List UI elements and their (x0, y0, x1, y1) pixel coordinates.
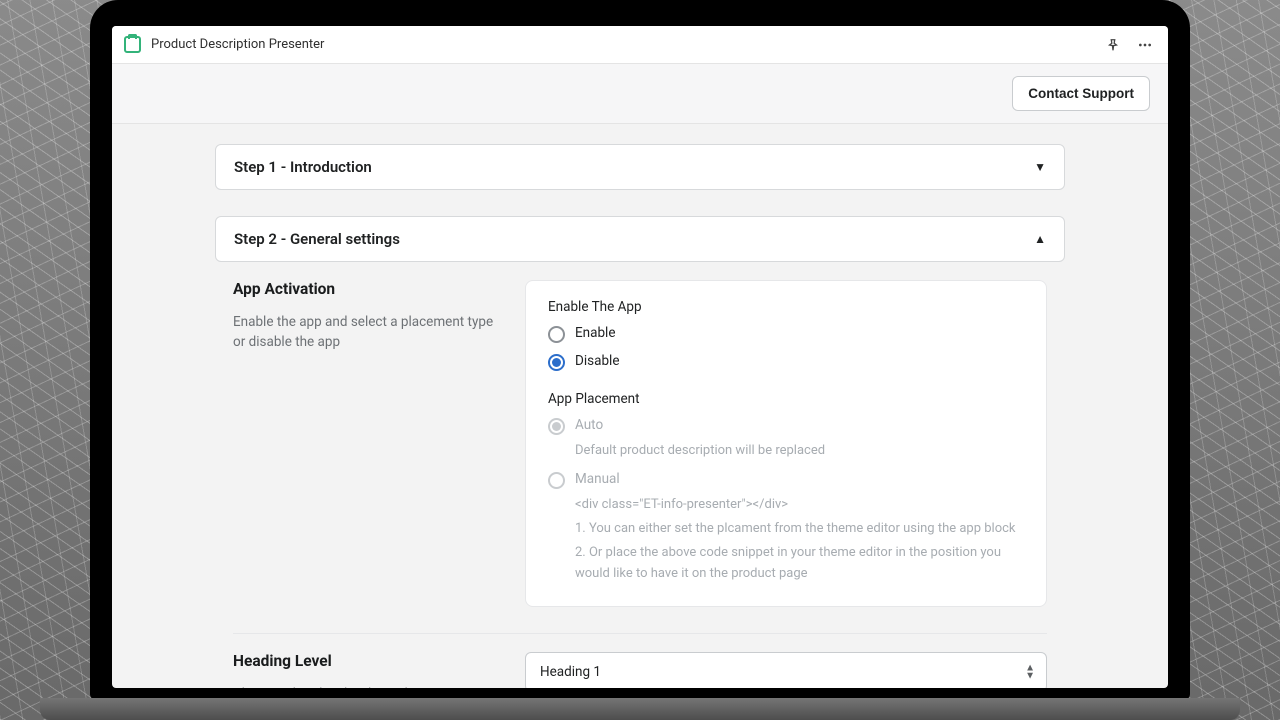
laptop-base (40, 698, 1240, 720)
app-title: Product Description Presenter (151, 37, 324, 52)
pin-icon[interactable] (1102, 34, 1124, 56)
toolbar: Contact Support (112, 64, 1168, 124)
radio-auto (548, 418, 565, 435)
titlebar: Product Description Presenter (112, 26, 1168, 64)
enable-app-label: Enable The App (548, 299, 1024, 315)
heading-level-select[interactable]: Heading 1 (525, 652, 1047, 688)
chevron-down-icon: ▼ (1034, 160, 1046, 174)
radio-manual-label: Manual (575, 471, 620, 487)
radio-disable-label: Disable (575, 353, 619, 369)
heading-level-section: Heading Level Choose a heading level to … (215, 634, 1065, 688)
radio-enable[interactable] (548, 326, 565, 343)
section-desc: Choose a heading level to split content … (233, 684, 495, 688)
activation-card: Enable The App Enable Disable App Placem… (525, 280, 1047, 607)
content-area: Step 1 - Introduction ▼ Step 2 - General… (112, 124, 1168, 688)
app-activation-section: App Activation Enable the app and select… (215, 262, 1065, 607)
manual-help-2: 2. Or place the above code snippet in yo… (575, 543, 1024, 583)
step1-accordion[interactable]: Step 1 - Introduction ▼ (215, 144, 1065, 190)
contact-support-button[interactable]: Contact Support (1012, 76, 1150, 111)
radio-manual (548, 472, 565, 489)
app-screen: Product Description Presenter Contact Su… (112, 26, 1168, 688)
radio-enable-label: Enable (575, 325, 616, 341)
radio-auto-label: Auto (575, 417, 603, 433)
chevron-up-icon: ▲ (1034, 232, 1046, 246)
more-icon[interactable] (1134, 34, 1156, 56)
step2-accordion[interactable]: Step 2 - General settings ▲ (215, 216, 1065, 262)
manual-help-1: 1. You can either set the plcament from … (575, 519, 1024, 539)
auto-helper: Default product description will be repl… (575, 441, 1024, 461)
section-title: App Activation (233, 280, 495, 298)
radio-disable[interactable] (548, 354, 565, 371)
manual-code: <div class="ET-info-presenter"></div> (575, 495, 1024, 515)
app-placement-label: App Placement (548, 391, 1024, 407)
laptop-frame: Product Description Presenter Contact Su… (90, 0, 1190, 700)
section-desc: Enable the app and select a placement ty… (233, 312, 495, 353)
step1-label: Step 1 - Introduction (234, 158, 372, 176)
section-title: Heading Level (233, 652, 495, 670)
step2-label: Step 2 - General settings (234, 230, 400, 248)
app-icon (124, 36, 141, 53)
